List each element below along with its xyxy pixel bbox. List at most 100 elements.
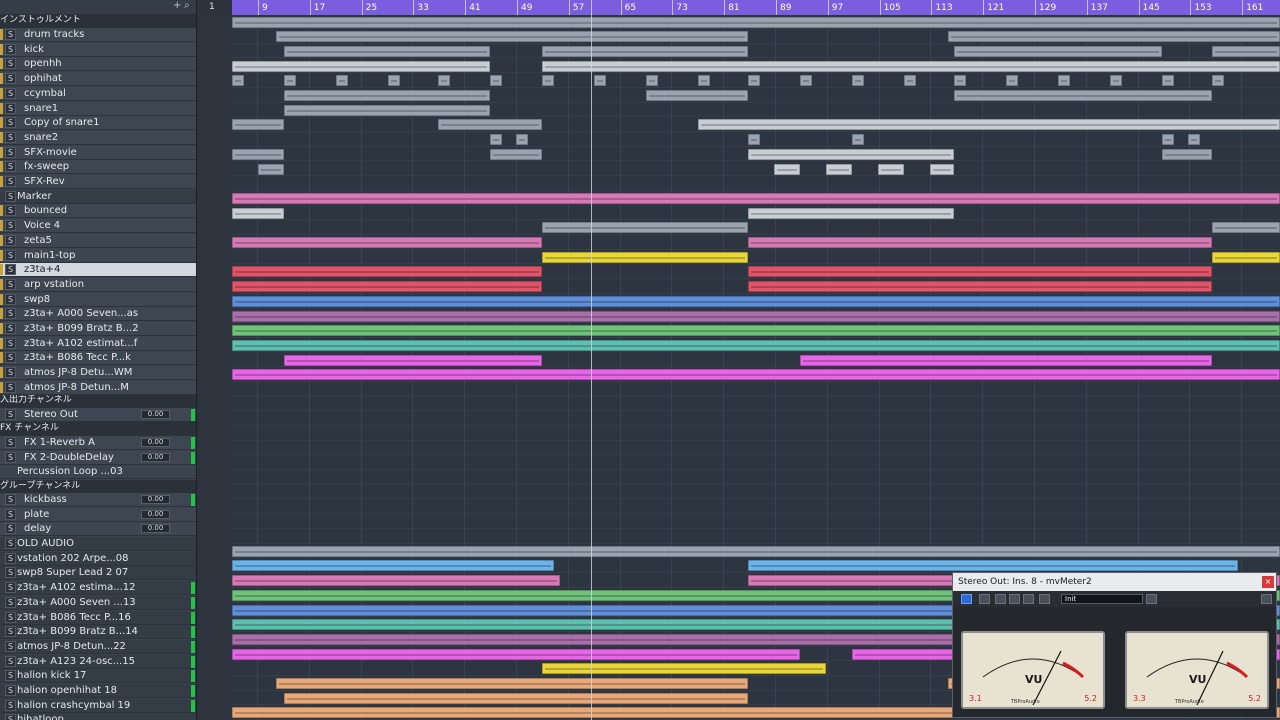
track-row-audio[interactable]: Shihatloop: [0, 713, 196, 720]
event-clip[interactable]: [954, 90, 1212, 101]
event-clip[interactable]: [438, 75, 450, 87]
compare-icon[interactable]: [1023, 594, 1034, 604]
solo-button[interactable]: S: [5, 700, 16, 711]
track-row-audio[interactable]: Sz3ta+ A000 Seven ...13: [0, 596, 196, 610]
event-clip[interactable]: [232, 575, 560, 587]
solo-button[interactable]: S: [5, 338, 16, 349]
event-clip[interactable]: [1212, 45, 1280, 57]
track-row[interactable]: Sz3ta+ B099 Bratz B...2: [0, 322, 196, 336]
solo-button[interactable]: S: [5, 29, 16, 40]
track-row[interactable]: Smain1-top: [0, 249, 196, 263]
track-percussion-loop[interactable]: Percussion Loop ...03: [0, 465, 196, 479]
solo-button[interactable]: S: [5, 147, 16, 158]
track-row[interactable]: Sdrum tracks: [0, 28, 196, 42]
solo-button[interactable]: S: [5, 88, 16, 99]
track-row[interactable]: Sfx-sweep: [0, 160, 196, 174]
event-clip[interactable]: [646, 90, 748, 101]
solo-button[interactable]: S: [5, 294, 16, 305]
event-clip[interactable]: [232, 281, 542, 293]
power-icon[interactable]: [961, 594, 972, 604]
event-clip[interactable]: [258, 163, 284, 175]
solo-button[interactable]: S: [5, 235, 16, 246]
solo-button[interactable]: S: [5, 538, 16, 549]
volume-field[interactable]: 0.00: [141, 438, 170, 447]
track-row[interactable]: Sopenhh: [0, 57, 196, 71]
solo-button[interactable]: S: [5, 582, 16, 593]
track-row[interactable]: S Marker: [0, 190, 196, 204]
solo-button[interactable]: S: [5, 567, 16, 578]
track-row[interactable]: Sbounced: [0, 204, 196, 218]
solo-button[interactable]: S: [5, 597, 16, 608]
event-clip[interactable]: [748, 134, 760, 146]
solo-button[interactable]: S: [5, 656, 16, 667]
track-row-audio[interactable]: Sz3ta+ B086 Tecc P...16: [0, 611, 196, 625]
track-row[interactable]: Skick: [0, 43, 196, 57]
track-row[interactable]: Satmos JP-8 Detu...WM: [0, 366, 196, 380]
event-clip[interactable]: [1110, 75, 1122, 87]
event-clip[interactable]: [232, 560, 554, 572]
event-clip[interactable]: [852, 134, 864, 146]
event-clip[interactable]: [698, 75, 710, 87]
solo-button[interactable]: S: [5, 553, 16, 564]
solo-button[interactable]: S: [5, 494, 16, 505]
event-clip[interactable]: [232, 266, 542, 278]
event-clip[interactable]: [954, 75, 966, 87]
event-clip[interactable]: [800, 75, 812, 87]
event-clip[interactable]: [232, 325, 1280, 337]
event-clip[interactable]: [232, 295, 1280, 307]
solo-button[interactable]: S: [5, 44, 16, 55]
track-lane[interactable]: [232, 397, 1280, 412]
solo-button[interactable]: S: [5, 191, 16, 202]
event-clip[interactable]: [276, 678, 748, 689]
event-clip[interactable]: [232, 339, 1280, 351]
event-clip[interactable]: [438, 119, 542, 131]
event-clip[interactable]: [904, 75, 916, 87]
event-clip[interactable]: [284, 692, 748, 704]
solo-button[interactable]: S: [5, 437, 16, 448]
event-clip[interactable]: [774, 163, 800, 175]
event-clip[interactable]: [232, 369, 1280, 381]
event-clip[interactable]: [516, 134, 528, 146]
solo-button[interactable]: S: [5, 714, 16, 720]
event-clip[interactable]: [284, 104, 490, 116]
event-clip[interactable]: [232, 148, 284, 160]
volume-field[interactable]: 0.00: [141, 495, 170, 504]
event-clip[interactable]: [284, 90, 490, 101]
solo-button[interactable]: S: [5, 685, 16, 696]
event-clip[interactable]: [748, 281, 1212, 293]
track-row-audio[interactable]: Shalion openhihat 18: [0, 684, 196, 698]
playhead-cursor[interactable]: [591, 0, 592, 720]
event-clip[interactable]: [388, 75, 400, 87]
read-icon[interactable]: [995, 594, 1006, 604]
track-row-group[interactable]: Sdelay 0.00: [0, 522, 196, 536]
solo-button[interactable]: S: [5, 264, 16, 275]
track-row[interactable]: Sophihat: [0, 72, 196, 86]
event-clip[interactable]: [748, 237, 1212, 248]
event-clip[interactable]: [878, 163, 904, 175]
track-row-audio[interactable]: Sz3ta+ B099 Bratz B...14: [0, 625, 196, 639]
event-clip[interactable]: [1006, 75, 1018, 87]
event-clip[interactable]: [948, 31, 1280, 43]
event-clip[interactable]: [646, 75, 658, 87]
solo-button[interactable]: S: [5, 279, 16, 290]
solo-button[interactable]: S: [5, 382, 16, 393]
event-clip[interactable]: [748, 207, 954, 219]
track-row[interactable]: Sz3ta+4: [0, 263, 196, 277]
track-lane[interactable]: [232, 162, 1280, 176]
track-lane[interactable]: [232, 177, 1280, 191]
event-clip[interactable]: [542, 222, 748, 234]
close-icon[interactable]: ×: [1262, 576, 1274, 588]
track-row-fx[interactable]: S FX 2-DoubleDelay 0.00: [0, 450, 196, 465]
solo-button[interactable]: S: [5, 161, 16, 172]
event-clip[interactable]: [276, 31, 748, 43]
event-clip[interactable]: [232, 60, 490, 72]
solo-button[interactable]: S: [5, 323, 16, 334]
event-clip[interactable]: [1212, 222, 1280, 234]
solo-button[interactable]: S: [5, 670, 16, 681]
event-clip[interactable]: [1212, 251, 1280, 263]
plugin-title[interactable]: Stereo Out: Ins. 8 - mvMeter2: [953, 573, 1276, 591]
track-lane[interactable]: [232, 530, 1280, 544]
track-row[interactable]: S SFX-Rev: [0, 175, 196, 189]
solo-button[interactable]: S: [5, 250, 16, 261]
solo-button[interactable]: S: [5, 73, 16, 84]
